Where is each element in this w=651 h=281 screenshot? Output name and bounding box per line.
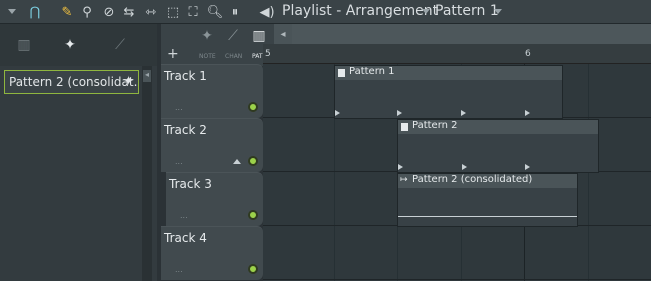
speaker-icon[interactable]: ⏸ [226,3,244,21]
playlist-title: Playlist - Arrangement [282,3,439,19]
mute-icon[interactable]: ⊘ [100,3,118,21]
track-name: Track 4 [164,231,207,245]
mode-pat-label: PAT [252,53,263,60]
pencil-icon[interactable]: ✎ [58,3,76,21]
track-row[interactable] [263,226,651,280]
pattern-icon [401,123,408,131]
marker-icon [398,164,403,170]
marker-icon [461,110,466,116]
track-dots: ... [180,211,188,220]
piano-keys-icon[interactable]: ▥ [12,36,36,54]
zoom-icon[interactable]: 🔍︎ [206,3,224,21]
browser-scrollbar[interactable]: ◂ [142,66,152,281]
pattern-selector[interactable]: Pattern 1 [435,3,499,19]
track-header[interactable]: Track 1 ... [161,64,263,118]
select-icon[interactable]: ⬚ [164,3,182,21]
marker-icon [335,110,340,116]
waveform-line [398,216,577,217]
expand-arrow-icon[interactable] [233,159,241,164]
channel-icon[interactable]: ⟋ [223,26,243,46]
audio-clip[interactable]: Pattern 2 (consolidated) ↦ [397,173,578,227]
slip-icon[interactable]: ⇆ [120,3,138,21]
clip-label: Pattern 2 [398,120,598,134]
timeline-overview[interactable] [292,24,651,44]
clip-label: Pattern 2 (consolidated) [398,174,577,188]
pattern-item-label: Pattern 2 (consolidat... [9,75,139,89]
track-dots: ... [175,265,183,274]
marker-icon [525,164,530,170]
track-header-top: + ✦ ⟋ ▥ NOTE CHAN PAT [161,24,274,66]
track-enable-led[interactable] [248,264,258,274]
speaker-icon[interactable]: ◀) [258,3,276,21]
browser-panel: ▥ ✦ ⟋ Pattern 2 (consolidat... ✦ ◂ [0,24,157,281]
pattern-clip[interactable]: Pattern 2 [397,119,599,173]
mode-chan-label: CHAN [225,53,243,60]
track-name: Track 1 [164,69,207,83]
bar-ruler[interactable]: 5 6 [263,44,651,64]
playlist-grid[interactable]: Pattern 1 Pattern 2 Pattern 2 (consolida… [263,64,651,281]
scroll-thumb[interactable]: ◂ [143,70,151,82]
slice-icon[interactable]: ⇿ [142,3,160,21]
add-track-button[interactable]: + [167,46,179,62]
pattern-dropdown-icon[interactable] [494,9,502,14]
magnet-icon[interactable]: ⋂ [26,3,44,21]
pattern-icon [338,69,345,77]
track-header[interactable]: Track 2 ... [161,118,263,172]
track-header[interactable]: Track 4 ... [161,226,263,280]
browser-pattern-item[interactable]: Pattern 2 (consolidat... ✦ [4,70,139,94]
waveform-icon: ✦ [123,74,134,89]
toolbar: ⋂ ✎ ⚲ ⊘ ⇆ ⇿ ⬚ ⛶ 🔍︎ ⏸ ◀) Playlist - Arran… [0,0,651,24]
track-enable-led[interactable] [248,102,258,112]
pattern-clip[interactable]: Pattern 1 [334,65,563,119]
track-dots: ... [175,157,183,166]
track-name: Track 3 [169,177,212,191]
scroll-left-button[interactable]: ◂ [274,24,292,44]
plug-icon[interactable]: ⟋ [108,36,132,54]
bar-number: 6 [525,49,531,59]
marker-icon [397,110,402,116]
browser-tabs: ▥ ✦ ⟋ [0,24,157,66]
fit-icon[interactable]: ⛶ [184,3,202,21]
title-arrow-icon[interactable] [422,9,430,14]
track-enable-led[interactable] [248,156,258,166]
track-header[interactable]: Track 3 ... [166,172,263,226]
marker-icon [462,164,467,170]
marker-icon [525,110,530,116]
audio-clip-icon: ↦ [400,175,408,185]
track-dots: ... [175,103,183,112]
track-name: Track 2 [164,123,207,137]
menu-arrow-icon[interactable] [8,9,16,14]
bar-number: 5 [265,49,271,59]
brush-icon[interactable]: ⚲ [78,3,96,21]
pattern-mode-icon[interactable]: ▥ [249,26,269,46]
clip-label: Pattern 1 [335,66,562,80]
track-enable-led[interactable] [248,210,258,220]
note-icon[interactable]: ✦ [197,26,217,46]
waveform-icon[interactable]: ✦ [58,36,82,54]
mode-note-label: NOTE [199,53,216,60]
